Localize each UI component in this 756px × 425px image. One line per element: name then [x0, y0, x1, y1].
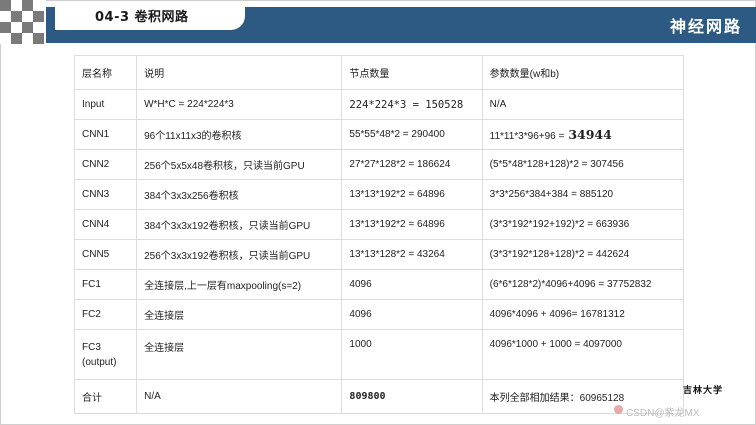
cell-params: (5*5*48*128+128)*2 = 307456: [481, 149, 685, 180]
cell-params: 4096*4096 + 4096= 16781312: [481, 299, 685, 330]
cell-desc: 256个5x5x48卷积核，只读当前GPU: [136, 149, 343, 180]
cell-desc: 全连接层,上一层有maxpooling(s=2): [136, 269, 343, 300]
cell-nodes: 4096: [341, 269, 483, 300]
cell-layer: 合计: [73, 379, 138, 414]
cell-desc: 全连接层: [136, 329, 343, 380]
cell-desc: 384个3x3x256卷积核: [136, 179, 343, 210]
cell-layer: CNN2: [73, 149, 138, 180]
header-cell-params: 参数数量(w和b): [481, 55, 685, 90]
table-header-row: 层名称 说明 节点数量 参数数量(w和b): [73, 55, 685, 90]
table-row-total: 合计 N/A 809800 本列全部相加结果：60965128: [73, 379, 685, 414]
table-row: FC2 全连接层 4096 4096*4096 + 4096= 16781312: [73, 299, 685, 330]
cell-nodes: 13*13*128*2 = 43264: [341, 239, 483, 270]
cell-layer: FC3 (output): [73, 329, 138, 380]
cell-params: 3*3*256*384+384 = 885120: [481, 179, 685, 210]
cell-nodes: 13*13*192*2 = 64896: [341, 179, 483, 210]
cell-layer: CNN5: [73, 239, 138, 270]
cell-nodes: 809800: [341, 379, 483, 414]
cell-layer: CNN1: [73, 119, 138, 150]
cell-nodes: 4096: [341, 299, 483, 330]
header-cell-nodes: 节点数量: [341, 55, 483, 90]
cell-nodes: 27*27*128*2 = 186624: [341, 149, 483, 180]
header-cell-layer: 层名称: [73, 55, 138, 90]
checker-pattern-decoration: [0, 0, 46, 44]
cell-nodes: 1000: [341, 329, 483, 380]
cell-layer: FC1: [73, 269, 138, 300]
cell-params: 11*11*3*96+96 =: [489, 131, 565, 142]
watermark-text: CSDN@紫龙MX: [626, 408, 700, 419]
cell-layer: Input: [73, 89, 138, 120]
cell-desc: W*H*C = 224*224*3: [136, 89, 343, 120]
cell-desc: N/A: [136, 379, 343, 414]
cell-desc: 全连接层: [136, 299, 343, 330]
cell-params-highlight: 34944: [568, 127, 612, 142]
table-row: FC3 (output) 全连接层 1000 4096*1000 + 1000 …: [73, 329, 685, 380]
parameter-table: 层名称 说明 节点数量 参数数量(w和b) Input W*H*C = 224*…: [73, 55, 685, 414]
table-row: FC1 全连接层,上一层有maxpooling(s=2) 4096 (6*6*1…: [73, 269, 685, 300]
cell-layer: FC2: [73, 299, 138, 330]
cell-desc: 256个3x3x192卷积核，只读当前GPU: [136, 239, 343, 270]
cell-layer: CNN4: [73, 209, 138, 240]
cell-params-group: 11*11*3*96+96 = 34944: [481, 119, 685, 150]
watermark-icon: [614, 405, 623, 414]
cell-nodes: 224*224*3 = 150528: [341, 89, 483, 120]
table-row: CNN1 96个11x11x3的卷积核 55*55*48*2 = 290400 …: [73, 119, 685, 150]
page-title: 04-3 卷积网路: [95, 10, 189, 25]
university-logo-text: 吉林大学: [683, 386, 724, 396]
table-row: CNN4 384个3x3x192卷积核，只读当前GPU 13*13*192*2 …: [73, 209, 685, 240]
cell-layer: CNN3: [73, 179, 138, 210]
table-row: CNN2 256个5x5x48卷积核，只读当前GPU 27*27*128*2 =…: [73, 149, 685, 180]
cell-params: (3*3*192*192+192)*2 = 663936: [481, 209, 685, 240]
cell-params: N/A: [481, 89, 685, 120]
cell-desc: 384个3x3x192卷积核，只读当前GPU: [136, 209, 343, 240]
table-row: CNN5 256个3x3x192卷积核，只读当前GPU 13*13*128*2 …: [73, 239, 685, 270]
table-row: CNN3 384个3x3x256卷积核 13*13*192*2 = 64896 …: [73, 179, 685, 210]
cell-params: (6*6*128*2)*4096+4096 = 37752832: [481, 269, 685, 300]
cell-nodes: 13*13*192*2 = 64896: [341, 209, 483, 240]
cell-nodes: 55*55*48*2 = 290400: [341, 119, 483, 150]
header-cell-desc: 说明: [136, 55, 343, 90]
brand-title: 神经网路: [669, 17, 742, 36]
cell-desc: 96个11x11x3的卷积核: [136, 119, 343, 150]
table-row: Input W*H*C = 224*224*3 224*224*3 = 1505…: [73, 89, 685, 120]
cell-params: (3*3*192*128+128)*2 = 442624: [481, 239, 685, 270]
cell-params: 4096*1000 + 1000 = 4097000: [481, 329, 685, 380]
